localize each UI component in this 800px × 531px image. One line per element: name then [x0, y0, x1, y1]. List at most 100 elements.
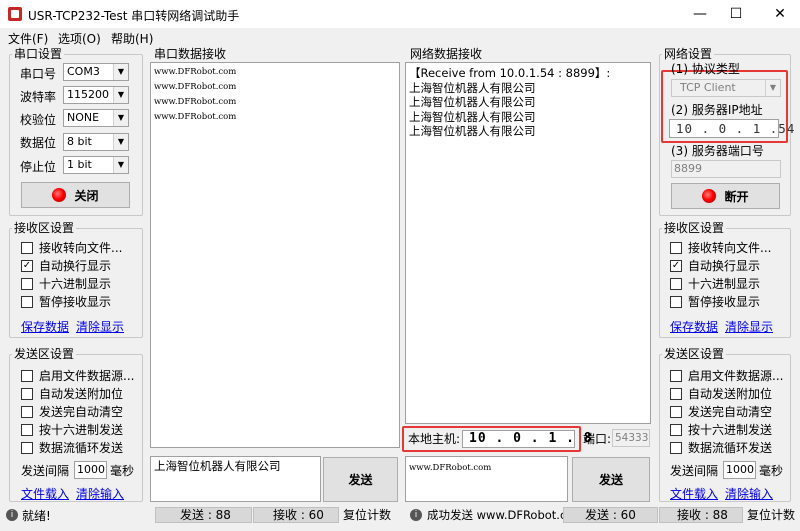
checkbox[interactable] [21, 296, 33, 308]
menu-help[interactable]: 帮助(H) [111, 30, 153, 47]
maximize-button[interactable]: ☐ [716, 0, 756, 28]
right-reset-count-button[interactable]: 复位计数 [747, 506, 795, 524]
checkbox[interactable] [21, 406, 33, 418]
right-interval-label: 发送间隔 [670, 464, 719, 478]
left-send-option[interactable]: 数据流循环发送 [21, 441, 123, 455]
right-recv-option[interactable]: 十六进制显示 [670, 277, 760, 291]
right-recv-option[interactable]: 暂停接收显示 [670, 295, 760, 309]
port-select[interactable]: COM3 ▼ [63, 63, 129, 81]
checkbox-label: 暂停接收显示 [39, 295, 112, 309]
left-status-text: 就绪! [22, 509, 51, 523]
left-recv-option[interactable]: 十六进制显示 [21, 277, 111, 291]
checkbox[interactable] [670, 242, 682, 254]
right-save-data-link[interactable]: 保存数据 [670, 318, 718, 335]
serial-send-input[interactable]: 上海智位机器人有限公司 [150, 456, 321, 502]
serial-send-button[interactable]: 发送 [323, 457, 398, 502]
checkbox[interactable] [670, 388, 682, 400]
minimize-button[interactable]: — [680, 0, 720, 28]
checkbox-label: 自动发送附加位 [39, 387, 124, 401]
serial-recv-line: www.DFRobot.com [154, 67, 237, 77]
protocol-select[interactable]: TCP Client ▼ [671, 79, 781, 97]
checkbox[interactable] [670, 278, 682, 290]
left-clear-input-link[interactable]: 清除输入 [76, 485, 124, 502]
right-send-option[interactable]: 自动发送附加位 [670, 387, 772, 401]
right-clear-display-link[interactable]: 清除显示 [725, 318, 773, 335]
local-port-input[interactable]: 54333 [612, 429, 650, 447]
right-clear-input-link[interactable]: 清除输入 [725, 485, 773, 502]
left-send-option[interactable]: 发送完自动清空 [21, 405, 123, 419]
checkbox[interactable] [21, 278, 33, 290]
left-send-settings-title: 发送区设置 [12, 347, 77, 361]
right-recv-option[interactable]: 接收转向文件... [670, 241, 771, 255]
left-reset-count-button[interactable]: 复位计数 [343, 506, 391, 524]
stopbits-label: 停止位 [20, 160, 57, 174]
right-status-text: 成功发送 www.DFRobot.com [427, 508, 585, 522]
checkbox[interactable]: ✓ [670, 260, 682, 272]
checkbox-label: 发送完自动清空 [39, 405, 124, 419]
left-save-data-link[interactable]: 保存数据 [21, 318, 69, 335]
chevron-down-icon: ▼ [765, 80, 780, 96]
databits-select[interactable]: 8 bit ▼ [63, 133, 129, 151]
checkbox[interactable] [670, 424, 682, 436]
left-send-option[interactable]: 自动发送附加位 [21, 387, 123, 401]
right-send-option[interactable]: 数据流循环发送 [670, 441, 772, 455]
left-clear-display-link[interactable]: 清除显示 [76, 318, 124, 335]
left-send-option[interactable]: 启用文件数据源... [21, 369, 134, 383]
server-port-input[interactable]: 8899 [671, 160, 781, 178]
databits-label: 数据位 [20, 136, 57, 150]
serial-recv-area[interactable]: www.DFRobot.com www.DFRobot.com www.DFRobo… [150, 62, 400, 448]
chevron-down-icon: ▼ [113, 110, 128, 126]
checkbox[interactable]: ✓ [21, 260, 33, 272]
right-send-settings-title: 发送区设置 [662, 347, 727, 361]
menu-file[interactable]: 文件(F) [8, 30, 48, 47]
right-send-option[interactable]: 按十六进制发送 [670, 423, 772, 437]
checkbox[interactable] [21, 424, 33, 436]
left-interval-input[interactable]: 1000 [74, 461, 107, 479]
stopbits-select[interactable]: 1 bit ▼ [63, 156, 129, 174]
checkbox-label: 自动换行显示 [688, 259, 761, 273]
net-send-input[interactable]: www.DFRobot.com [405, 456, 568, 502]
checkbox[interactable] [21, 370, 33, 382]
checkbox[interactable] [21, 388, 33, 400]
net-recv-area[interactable]: 【Receive from 10.0.1.54 : 8899】: 上海智位机器人有… [405, 62, 651, 424]
checkbox[interactable] [670, 442, 682, 454]
serial-recv-title: 串口数据接收 [152, 47, 229, 61]
net-recv-line: 【Receive from 10.0.1.54 : 8899】: [409, 66, 611, 80]
left-recv-option[interactable]: 暂停接收显示 [21, 295, 111, 309]
net-connect-button[interactable]: 断开 [671, 183, 780, 209]
checkbox[interactable] [21, 442, 33, 454]
menu-options[interactable]: 选项(O) [58, 30, 101, 47]
net-send-button[interactable]: 发送 [572, 457, 650, 502]
checkbox[interactable] [21, 242, 33, 254]
menu-bar: 文件(F) 选项(O) 帮助(H) [0, 28, 800, 46]
right-send-option[interactable]: 启用文件数据源... [670, 369, 783, 383]
server-ip-input[interactable]: 10 . 0 . 1 .54 [669, 119, 794, 138]
left-load-file-link[interactable]: 文件载入 [21, 485, 69, 502]
chevron-down-icon: ▼ [113, 64, 128, 80]
serial-recv-line: www.DFRobot.com [154, 112, 237, 122]
checkbox[interactable] [670, 406, 682, 418]
right-send-option[interactable]: 发送完自动清空 [670, 405, 772, 419]
left-send-option[interactable]: 按十六进制发送 [21, 423, 123, 437]
close-window-button[interactable]: ✕ [760, 0, 800, 28]
net-send-text: www.DFRobot.com [409, 463, 492, 473]
right-interval-input[interactable]: 1000 [723, 461, 756, 479]
parity-select[interactable]: NONE ▼ [63, 109, 129, 127]
checkbox-label: 按十六进制发送 [39, 423, 124, 437]
checkbox[interactable] [670, 296, 682, 308]
left-recv-option[interactable]: ✓ 自动换行显示 [21, 259, 111, 273]
baud-select[interactable]: 115200 ▼ [63, 86, 129, 104]
checkbox[interactable] [670, 370, 682, 382]
serial-recv-line: www.DFRobot.com [154, 82, 237, 92]
serial-recv-line: www.DFRobot.com [154, 97, 237, 107]
right-recv-option[interactable]: ✓ 自动换行显示 [670, 259, 760, 273]
right-load-file-link[interactable]: 文件载入 [670, 485, 718, 502]
serial-close-button[interactable]: 关闭 [21, 182, 130, 208]
checkbox-label: 自动换行显示 [39, 259, 112, 273]
right-sent-count: 发送 : 60 [585, 508, 636, 522]
chevron-down-icon: ▼ [113, 134, 128, 150]
net-recv-line: 上海智位机器人有限公司 [409, 124, 536, 138]
left-recv-count: 接收 : 60 [273, 508, 324, 522]
local-host-label: 本地主机: [408, 432, 461, 446]
left-recv-option[interactable]: 接收转向文件... [21, 241, 122, 255]
